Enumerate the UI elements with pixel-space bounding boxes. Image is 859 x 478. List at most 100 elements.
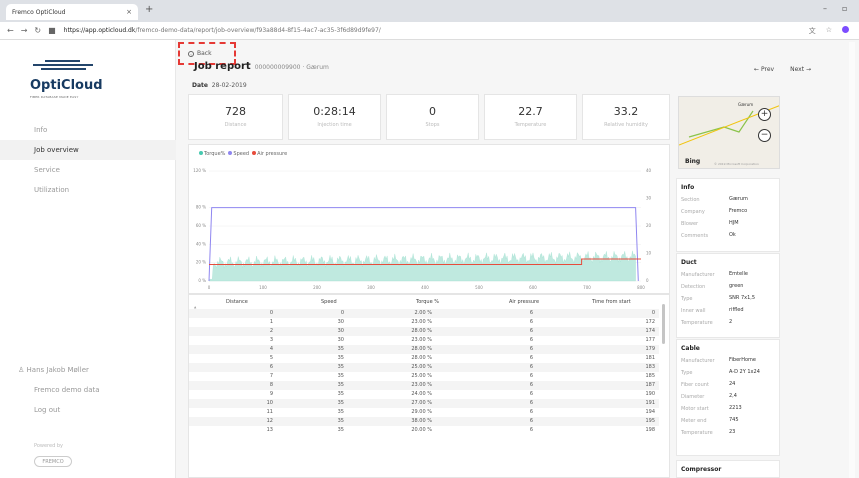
user-profile[interactable]: ♙ Hans Jakob Møller xyxy=(0,360,176,380)
forward-arrow-icon[interactable]: → xyxy=(21,26,28,35)
sidebar: OptiCloud FIBER DATABASE MADE EASY Info … xyxy=(0,40,176,478)
stat-card: 0:28:14 Injection time xyxy=(288,94,381,140)
sidebar-item-job-overview[interactable]: Job overview xyxy=(0,140,176,160)
table-row: 13 35 20.00 % 6 198 xyxy=(189,426,659,435)
organization-link[interactable]: Fremco demo data xyxy=(0,380,176,400)
stat-label: Temperature xyxy=(514,122,547,128)
cable-key: Temperature xyxy=(681,430,713,436)
table-cell: 6 xyxy=(529,400,533,406)
column-header-air-pressure[interactable]: Air pressure xyxy=(509,299,539,305)
stat-value: 0 xyxy=(429,105,436,118)
zoom-out-icon[interactable]: − xyxy=(758,129,771,142)
table-cell: 2.00 % xyxy=(414,310,432,316)
table-row: 2 30 28.00 % 6 174 xyxy=(189,327,659,336)
legend-speed[interactable]: Speed xyxy=(233,151,249,157)
back-arrow-icon[interactable]: ← xyxy=(7,26,14,35)
maximize-button[interactable]: ▫ xyxy=(842,4,847,13)
duct-row: Inner wall riffled xyxy=(677,306,779,318)
prev-button[interactable]: ← Prev xyxy=(754,66,774,73)
column-header-torque[interactable]: Torque % xyxy=(416,299,439,305)
stat-value: 728 xyxy=(225,105,246,118)
table-cell: 29.00 % xyxy=(411,409,432,415)
y-tick-label: 20 % xyxy=(196,260,206,265)
column-header-speed[interactable]: Speed xyxy=(321,299,337,305)
logout-link[interactable]: Log out xyxy=(0,400,176,420)
table-scrollbar[interactable] xyxy=(662,304,665,344)
duct-value: SNR 7x1,5 xyxy=(729,295,756,301)
job-id: 000000009900 · Gærum xyxy=(254,64,329,71)
duct-key: Manufacturer xyxy=(681,272,715,278)
table-cell: 12 xyxy=(266,418,273,424)
table-cell: 6 xyxy=(529,418,533,424)
job-chart[interactable]: Torque% Speed Air pressure 120 % 80 % 60 % 40… xyxy=(188,144,670,294)
sidebar-item-info[interactable]: Info xyxy=(0,120,176,140)
new-tab-button[interactable]: + xyxy=(145,4,153,15)
table-cell: 177 xyxy=(645,337,655,343)
table-cell: 9 xyxy=(269,391,273,397)
zoom-in-icon[interactable]: + xyxy=(758,108,771,121)
table-row: 10 35 27.00 % 6 191 xyxy=(189,399,659,408)
info-row: Company Fremco xyxy=(677,207,779,219)
table-cell: 0 xyxy=(269,310,273,316)
reload-icon[interactable]: ↻ xyxy=(34,26,41,35)
table-row: 0 0 2.00 % 6 0 xyxy=(189,309,659,318)
x-tick-label: 800 xyxy=(637,285,645,290)
table-cell: 181 xyxy=(645,355,655,361)
fremco-logo: FREMCO xyxy=(34,456,72,467)
profile-icon[interactable] xyxy=(842,26,849,33)
info-key: Blower xyxy=(681,221,699,227)
y-right-tick-label: 10 xyxy=(646,251,652,256)
table-cell: 6 xyxy=(529,364,533,370)
legend-air-pressure[interactable]: Air pressure xyxy=(257,151,287,157)
url-text[interactable]: https://app.opticloud.dk/fremco-demo-dat… xyxy=(64,27,444,34)
next-button[interactable]: Next → xyxy=(790,66,811,73)
y-tick-label: 80 % xyxy=(196,205,206,210)
table-cell: 35 xyxy=(337,409,344,415)
duct-panel: Duct Manufacturer Emtelle Detection green … xyxy=(676,253,780,338)
minimize-button[interactable]: – xyxy=(823,4,827,13)
duct-value: Emtelle xyxy=(729,271,748,277)
info-key: Comments xyxy=(681,233,709,239)
y-tick-label: 0 % xyxy=(198,278,206,283)
browser-chrome: Fremco OptiCloud × + – ▫ ← → ↻ ■ https://… xyxy=(0,0,859,40)
page-scrollbar[interactable] xyxy=(849,42,855,478)
column-header-time[interactable]: Time from start xyxy=(592,299,631,305)
url-path: /fremco-demo-data/report/job-overview/f9… xyxy=(135,27,381,34)
table-cell: 35 xyxy=(337,427,344,433)
sidebar-item-service[interactable]: Service xyxy=(0,160,176,180)
table-cell: 174 xyxy=(645,328,655,334)
browser-tab[interactable]: Fremco OptiCloud × xyxy=(6,4,138,20)
job-data-table[interactable]: ▲ Distance Speed Torque % Air pressure T… xyxy=(188,294,670,478)
duct-key: Inner wall xyxy=(681,308,706,314)
table-cell: 23.00 % xyxy=(411,319,432,325)
column-header-distance[interactable]: Distance xyxy=(226,299,248,305)
back-button[interactable]: ‹ Back xyxy=(188,50,212,57)
cable-value: 2213 xyxy=(729,405,742,411)
cable-panel: Cable Manufacturer FiberHome Type A-D 2Y 1… xyxy=(676,339,780,456)
table-cell: 38.00 % xyxy=(411,418,432,424)
stat-label: Injection time xyxy=(317,122,352,128)
job-report-content: ‹ Back Job report 000000009900 · Gærum Dat… xyxy=(176,40,859,478)
cable-key: Meter end xyxy=(681,418,707,424)
pagination: ← Prev Next → xyxy=(754,66,811,73)
table-cell: 194 xyxy=(645,409,655,415)
powered-by: Powered by xyxy=(34,443,63,449)
sidebar-item-utilization[interactable]: Utilization xyxy=(0,180,176,200)
route-map[interactable]: + − Bing © 2019 Microsoft Corporation Gæ… xyxy=(678,96,780,169)
table-cell: 30 xyxy=(337,337,344,343)
stat-label: Distance xyxy=(224,122,247,128)
legend-torque[interactable]: Torque% xyxy=(204,151,225,157)
table-cell: 35 xyxy=(337,364,344,370)
table-cell: 13 xyxy=(266,427,273,433)
bookmark-star-icon[interactable]: ☆ xyxy=(826,26,832,36)
translate-icon[interactable]: 文 xyxy=(809,26,816,36)
cable-value: 24 xyxy=(729,381,736,387)
table-cell: 6 xyxy=(529,409,533,415)
duct-row: Detection green xyxy=(677,282,779,294)
close-tab-icon[interactable]: × xyxy=(126,8,132,16)
info-value: Ok xyxy=(729,232,736,238)
report-date: Date 28-02-2019 xyxy=(192,82,247,89)
address-bar[interactable]: ← → ↻ ■ https://app.opticloud.dk/fremco-… xyxy=(0,22,859,40)
cable-value: FiberHome xyxy=(729,357,756,363)
y-tick-label: 40 % xyxy=(196,241,206,246)
